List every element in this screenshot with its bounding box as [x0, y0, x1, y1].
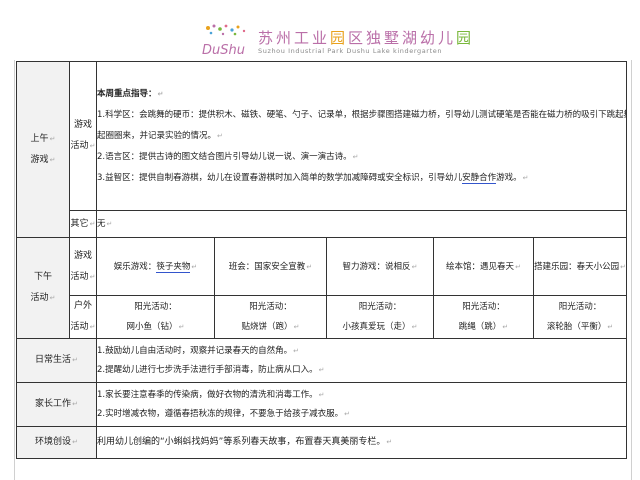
- daily-life-content: 1.鼓励幼儿自由活动时，观察并记录春天的自然角。↵ 2.提醒幼儿进行七步洗手法进…: [95, 338, 628, 383]
- morning-game-label: 游戏 活动↵: [69, 61, 97, 211]
- focus-line-1: 1.科学区：会跳舞的硬币：提供积木、磁铁、硬笔、勺子、记录单，根据步骤图搭建磁力…: [97, 109, 627, 120]
- focus-line-2: 2.语言区：提供古诗的图文结合图片引导幼儿说一说、演一演古诗。↵: [97, 151, 359, 162]
- afternoon-game-5: 搭建乐园：春天小公园↵: [532, 237, 628, 296]
- outdoor-activity-4: 阳光活动： 跳绳（跳）↵: [433, 295, 534, 339]
- outdoor-activity-5: 阳光活动： 滚轮胎（平衡）↵: [532, 295, 628, 339]
- svg-text:DuShu: DuShu: [202, 43, 245, 58]
- family-work-label: 家长工作↵: [16, 382, 97, 427]
- outdoor-activity-2: 阳光活动： 贴烧饼（跑）↵: [214, 295, 327, 339]
- afternoon-game-2: 班会：国家安全宣教↵: [214, 237, 327, 296]
- afternoon-game-3: 智力游戏：说相反↵: [326, 237, 434, 296]
- kindergarten-logo: DuShu 苏州工业园区独墅湖幼儿园 Suzhou Industrial Par…: [200, 24, 471, 60]
- other-value: 无↵: [95, 210, 628, 238]
- family-work-content: 1.家长要注意春季的传染病，做好衣物的清洗和消毒工作。↵ 2.实时增减衣物，遵循…: [95, 382, 628, 427]
- afternoon-game-label: 游戏 活动↵: [69, 237, 97, 296]
- environment-label: 环境创设↵: [16, 426, 97, 459]
- dushu-logo-mark-icon: DuShu: [202, 24, 246, 58]
- environment-content: 利用幼儿创编的“小蝌蚪找妈妈”等系列春天故事，布置春天真美丽专栏。↵: [95, 426, 628, 459]
- outdoor-label: 户外 活动↵: [69, 295, 97, 339]
- weekly-plan-table: 上午↵ 游戏↵ 游戏 活动↵ 本周重点指导：↵ 1.科学区：会跳舞的硬币：提供积…: [16, 61, 628, 459]
- focus-line-3: 3.益智区：提供自制春游棋，幼儿在设置春游棋时加入简单的数学加减障碍或安全标识，…: [97, 172, 529, 184]
- afternoon-game-1: 娱乐游戏：筷子夹物↵: [96, 237, 215, 296]
- afternoon-section-label: 下午 活动↵: [16, 237, 70, 339]
- safe-cooperate-link[interactable]: 安静合作: [462, 172, 497, 184]
- focus-title: 本周重点指导：↵: [97, 88, 164, 99]
- afternoon-game-4: 绘本馆：遇见春天↵: [433, 237, 534, 296]
- morning-game-content: 本周重点指导：↵ 1.科学区：会跳舞的硬币：提供积木、磁铁、硬笔、勺子、记录单，…: [95, 61, 628, 211]
- outdoor-activity-1: 阳光活动： 网小鱼（钻）↵: [96, 295, 215, 339]
- chopsticks-link[interactable]: 筷子夹物: [156, 261, 191, 273]
- morning-section-label: 上午↵ 游戏↵: [16, 61, 70, 238]
- outdoor-activity-3: 阳光活动： 小孩真爱玩（走）↵: [326, 295, 434, 339]
- daily-life-label: 日常生活↵: [16, 338, 97, 383]
- logo-english-name: Suzhou Industrial Park Dushu Lake kinder…: [258, 47, 443, 55]
- focus-line-1b: 起圈圈来，并记录实验的情况。↵: [97, 130, 223, 141]
- logo-chinese-name: 苏州工业园区独墅湖幼儿园: [258, 29, 475, 47]
- other-label: 其它↵: [69, 210, 97, 238]
